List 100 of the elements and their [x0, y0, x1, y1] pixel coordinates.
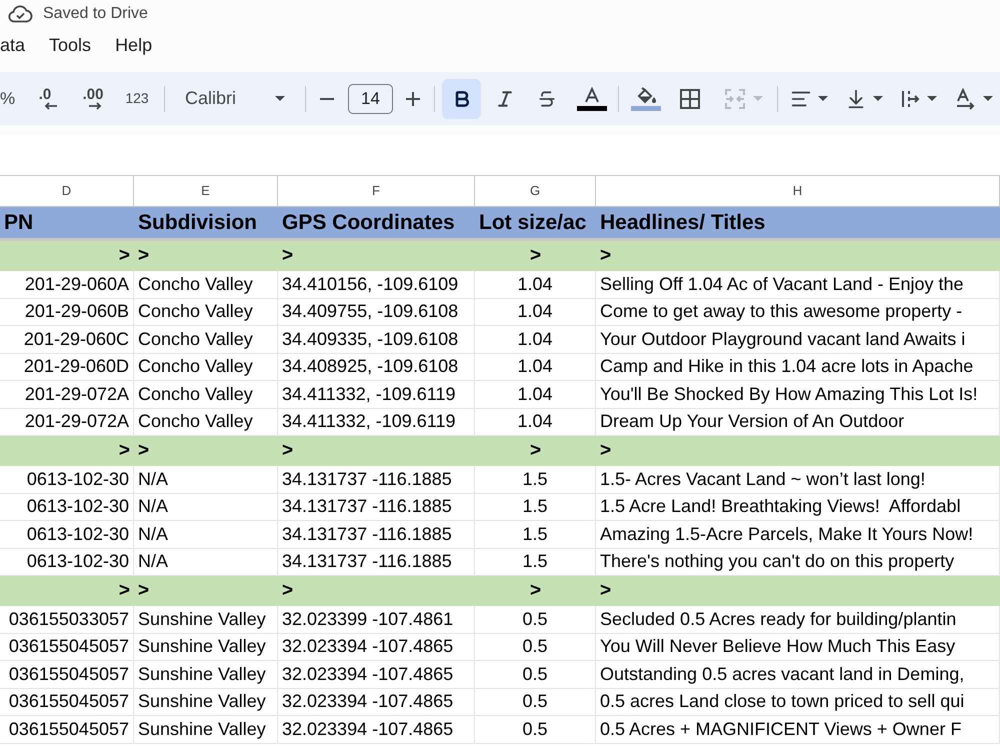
table-cell: N/A [134, 548, 278, 576]
table-cell: > [475, 241, 596, 271]
table-cell: 201-29-060B [0, 298, 134, 326]
increase-decimal-button[interactable]: .00 [74, 80, 112, 116]
table-cell: 036155045057 [0, 688, 134, 716]
table-cell: Concho Valley [134, 408, 278, 436]
caret-icon [873, 96, 883, 101]
table-cell: Concho Valley [134, 354, 278, 381]
table-cell: > [278, 241, 475, 271]
table-cell: 0.5 [475, 634, 596, 661]
table-cell: 34.409335, -109.6108 [278, 326, 475, 354]
table-cell: 34.409755, -109.6108 [278, 298, 475, 326]
plus-icon [406, 92, 420, 106]
minus-icon [320, 98, 334, 100]
table-cell: Selling Off 1.04 Ac of Vacant Land - Enjoy the [596, 271, 1000, 298]
table-header-cell: Subdivision [134, 207, 278, 238]
font-size-field[interactable]: 14 [348, 84, 393, 114]
text-rotation-icon [955, 88, 977, 110]
table-cell: Sunshine Valley [134, 661, 278, 688]
caret-icon [753, 96, 763, 101]
table-cell: 34.411332, -109.6119 [278, 381, 475, 408]
table-cell: 34.410156, -109.6109 [278, 271, 475, 298]
table-cell: Dream Up Your Version of An Outdoor [596, 408, 1000, 436]
table-cell: 34.131737 -116.1885 [278, 548, 475, 576]
menu-item[interactable]: ata [0, 31, 38, 59]
table-cell: 1.04 [475, 408, 596, 436]
table-cell: > [596, 576, 1000, 606]
table-cell: Concho Valley [134, 298, 278, 326]
table-cell: > [475, 576, 596, 606]
menu-item[interactable]: Help [103, 31, 164, 59]
table-cell: N/A [134, 466, 278, 494]
decrease-decimal-button[interactable]: .0 [30, 80, 66, 116]
table-cell: > [278, 436, 475, 466]
table-cell: Sunshine Valley [134, 606, 278, 634]
table-cell: 0613-102-30 [0, 494, 134, 521]
table-cell: 32.023394 -107.4865 [278, 661, 475, 688]
table-cell: 201-29-060A [0, 271, 134, 298]
table-cell: 201-29-060C [0, 326, 134, 354]
table-cell: 34.131737 -116.1885 [278, 521, 475, 548]
table-cell: 0.5 [475, 661, 596, 688]
table-cell: 1.04 [475, 381, 596, 408]
table-cell: 201-29-072A [0, 381, 134, 408]
save-status: Saved to Drive [43, 4, 148, 24]
table-cell: Camp and Hike in this 1.04 acre lots in Apache [596, 354, 1000, 381]
number-format-button[interactable]: 123 [118, 80, 156, 116]
table-cell: Concho Valley [134, 381, 278, 408]
table-cell: > [0, 576, 134, 606]
table-cell: You'll Be Shocked By How Amazing This Lot Is! [596, 381, 1000, 408]
table-cell: 0613-102-30 [0, 521, 134, 548]
table-cell: Outstanding 0.5 acres vacant land in Deming, [596, 661, 1000, 688]
table-cell: 1.5- Acres Vacant Land ~ won’t last long! [596, 466, 1000, 494]
table-cell: Secluded 0.5 Acres ready for building/plantin [596, 606, 1000, 634]
table-cell: 036155045057 [0, 634, 134, 661]
table-cell: 1.04 [475, 298, 596, 326]
table-cell: Amazing 1.5-Acre Parcels, Make It Yours Now! [596, 521, 1000, 548]
grid-icon [680, 88, 700, 108]
cloud-check-icon [8, 5, 33, 23]
table-cell: Your Outdoor Playground vacant land Awaits i [596, 326, 1000, 354]
table-header-cell: Headlines/ Titles [596, 207, 1000, 238]
text-wrap-icon [901, 88, 921, 108]
table-cell: Sunshine Valley [134, 688, 278, 716]
table-cell: 32.023394 -107.4865 [278, 688, 475, 716]
table-cell: N/A [134, 494, 278, 521]
table-cell: Come to get away to this awesome property - [596, 298, 1000, 326]
table-cell: > [134, 576, 278, 606]
table-cell: > [134, 436, 278, 466]
table-cell: Concho Valley [134, 326, 278, 354]
table-header-cell: GPS Coordinates [278, 207, 475, 238]
table-cell: 1.04 [475, 271, 596, 298]
table-cell: 32.023394 -107.4865 [278, 716, 475, 744]
table-cell: 34.131737 -116.1885 [278, 466, 475, 494]
arrow-right-icon [88, 102, 102, 110]
table-cell: > [596, 241, 1000, 271]
table-cell: 1.5 [475, 548, 596, 576]
table-cell: 0.5 [475, 716, 596, 744]
table-cell: 34.411332, -109.6119 [278, 408, 475, 436]
percent-button[interactable]: % [0, 80, 20, 116]
table-cell: 0.5 [475, 606, 596, 634]
table-cell: N/A [134, 521, 278, 548]
table-cell: 1.04 [475, 326, 596, 354]
table-cell: 201-29-072A [0, 408, 134, 436]
table-cell: 0613-102-30 [0, 466, 134, 494]
table-cell: 036155045057 [0, 661, 134, 688]
table-cell: Sunshine Valley [134, 716, 278, 744]
table-cell: 1.5 Acre Land! Breathtaking Views! Affordabl [596, 494, 1000, 521]
table-cell: 036155045057 [0, 716, 134, 744]
table-cell: You Will Never Believe How Much This Easy [596, 634, 1000, 661]
paint-bucket-icon [631, 86, 661, 110]
table-cell: 1.5 [475, 466, 596, 494]
table-cell: 1.5 [475, 521, 596, 548]
table-cell: > [596, 436, 1000, 466]
bold-button[interactable] [442, 78, 481, 118]
menu-item[interactable]: Tools [37, 31, 104, 59]
font-dropdown[interactable]: Calibri [173, 80, 297, 116]
table-cell: 0613-102-30 [0, 548, 134, 576]
table-cell: 0.5 acres Land close to town priced to sell qui [596, 688, 1000, 716]
table-cell: There's nothing you can't do on this property [596, 548, 1000, 576]
table-cell: Concho Valley [134, 271, 278, 298]
table-cell: > [278, 576, 475, 606]
table-cell: 34.131737 -116.1885 [278, 494, 475, 521]
